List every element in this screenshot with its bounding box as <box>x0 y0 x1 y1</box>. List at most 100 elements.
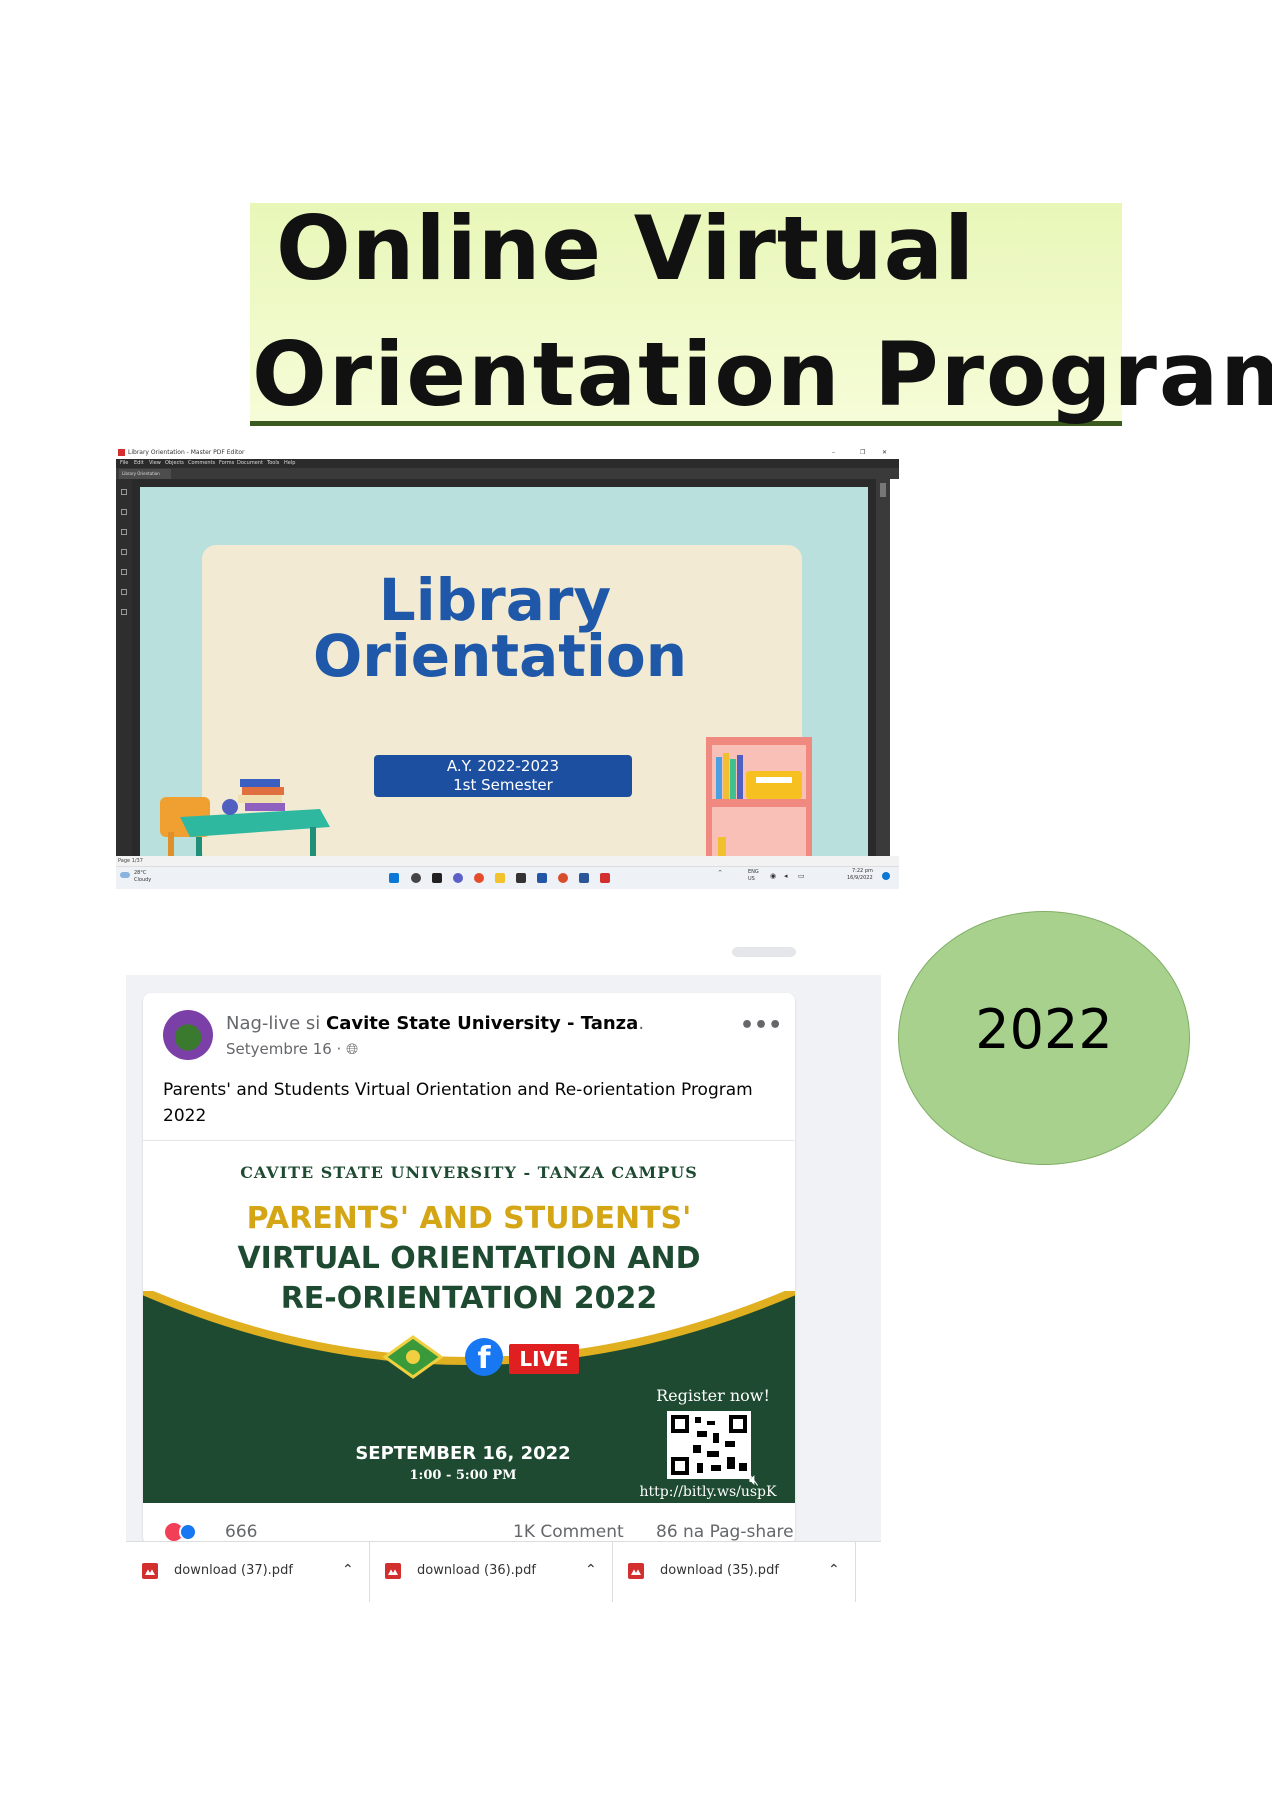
notification-icon[interactable] <box>882 872 890 880</box>
author-name[interactable]: Cavite State University - Tanza <box>326 1013 638 1034</box>
poster-headline-line2: VIRTUAL ORIENTATION AND <box>237 1241 701 1276</box>
menu-document[interactable]: Document <box>237 459 263 468</box>
facebook-post-card: Nag-live si Cavite State University - Ta… <box>143 993 795 1545</box>
reaction-icons[interactable] <box>165 1521 225 1543</box>
poster-headline-line1: PARENTS' AND STUDENTS' <box>246 1201 692 1236</box>
poster-headline-line3: RE-ORIENTATION 2022 <box>280 1281 658 1316</box>
pdf-file-icon <box>385 1563 401 1579</box>
pdf-app-icon <box>118 449 125 456</box>
menu-file[interactable]: File <box>120 459 128 468</box>
attachment-icon[interactable] <box>121 529 127 535</box>
download-item[interactable]: download (37).pdf ⌃ <box>126 1542 370 1602</box>
volume-icon[interactable]: ◂ <box>784 872 788 880</box>
chrome-profile-icon[interactable] <box>558 873 568 883</box>
share-count[interactable]: 86 na Pag-share <box>656 1521 794 1543</box>
menu-edit[interactable]: Edit <box>134 459 144 468</box>
file-explorer-icon[interactable] <box>495 873 505 883</box>
menu-help[interactable]: Help <box>284 459 295 468</box>
chrome-icon[interactable] <box>474 873 484 883</box>
windows-taskbar: 28°C Cloudy ^ ENG US ◉ ◂ ▭ 7:22 pm 16/9/… <box>116 866 899 889</box>
windows-start-icon[interactable] <box>389 873 399 883</box>
pdf-file-icon <box>628 1563 644 1579</box>
slide-ay-line1: A.Y. 2022-2023 <box>446 757 560 775</box>
menu-objects[interactable]: Objects <box>165 459 184 468</box>
slide-academic-year-badge: A.Y. 2022-2023 1st Semester <box>374 755 632 797</box>
search-icon[interactable] <box>411 873 421 883</box>
poster-url: http://bitly.ws/uspK <box>639 1484 777 1500</box>
menu-forms[interactable]: Forms <box>219 459 234 468</box>
language-line2[interactable]: US <box>748 876 755 883</box>
download-item[interactable]: download (35).pdf ⌃ <box>612 1542 856 1602</box>
chevron-up-icon[interactable]: ⌃ <box>828 1560 840 1580</box>
clock-time[interactable]: 7:22 pm <box>852 868 873 875</box>
pdf-editor-screenshot: Library Orientation - Master PDF Editor … <box>116 446 899 889</box>
slide-title-line2: Orientation <box>312 622 688 690</box>
minimize-icon[interactable]: – <box>832 446 835 459</box>
menu-comments[interactable]: Comments <box>188 459 215 468</box>
post-caption: Parents' and Students Virtual Orientatio… <box>163 1080 753 1126</box>
close-icon[interactable]: ✕ <box>882 446 887 459</box>
zoom-icon[interactable] <box>537 873 547 883</box>
clock-date[interactable]: 16/9/2022 <box>847 875 873 882</box>
task-view-icon[interactable] <box>432 873 442 883</box>
comment-icon[interactable] <box>121 609 127 615</box>
pdf-side-toolbar <box>116 479 132 881</box>
page-thumbnail-icon[interactable] <box>121 489 127 495</box>
more-options-icon[interactable]: ••• <box>740 1015 782 1037</box>
pdf-tabbar: Library Orientation <box>116 468 899 479</box>
banner-title-line1: Online Virtual <box>276 197 976 300</box>
tab-library-orientation[interactable]: Library Orientation <box>119 469 171 479</box>
restore-icon[interactable]: ❐ <box>860 446 865 459</box>
author-period: . <box>638 1013 645 1034</box>
chat-icon[interactable] <box>453 873 463 883</box>
menu-view[interactable]: View <box>149 459 161 468</box>
signature-icon[interactable] <box>121 589 127 595</box>
bookshelf-illustration <box>706 737 812 875</box>
download-filename[interactable]: download (36).pdf <box>417 1562 536 1580</box>
scroll-thumb[interactable] <box>880 483 886 497</box>
chevron-up-icon[interactable]: ⌃ <box>585 1560 597 1580</box>
post-date-line: Setyembre 16 · 🌐︎ <box>226 1039 358 1059</box>
reaction-count[interactable]: 666 <box>225 1521 257 1543</box>
pdf-file-icon <box>142 1563 158 1579</box>
poster-time: 1:00 - 5:00 PM <box>409 1468 517 1483</box>
tray-chevron-icon[interactable]: ^ <box>718 870 722 877</box>
weather-icon[interactable] <box>120 872 130 878</box>
pdf-window-title: Library Orientation - Master PDF Editor <box>128 449 245 456</box>
university-logo-icon <box>383 1335 443 1379</box>
mute-icon[interactable]: 🔇︎ <box>749 1471 759 1489</box>
page-avatar[interactable] <box>163 1010 213 1060</box>
menu-tools[interactable]: Tools <box>267 459 279 468</box>
battery-icon[interactable]: ▭ <box>798 872 805 880</box>
pdf-status-bar: Page 1/37 <box>116 856 899 866</box>
wifi-icon[interactable]: ◉ <box>770 872 776 880</box>
download-item[interactable]: download (36).pdf ⌃ <box>369 1542 613 1602</box>
download-filename[interactable]: download (35).pdf <box>660 1562 779 1580</box>
downloads-bar: download (37).pdf ⌃ download (36).pdf ⌃ … <box>126 1541 881 1610</box>
post-date[interactable]: Setyembre 16 · <box>226 1040 341 1058</box>
facebook-logo-icon: f <box>465 1338 503 1376</box>
facebook-post-screenshot: Nag-live si Cavite State University - Ta… <box>126 947 881 1610</box>
weather-desc: Cloudy <box>134 877 152 883</box>
qr-code-icon <box>667 1411 751 1479</box>
language-line1[interactable]: ENG <box>748 869 759 876</box>
globe-icon: 🌐︎ <box>346 1040 359 1058</box>
author-prefix: Nag-live si <box>226 1013 321 1034</box>
year-label: 2022 <box>975 998 1113 1061</box>
slide-ay-line2: 1st Semester <box>453 776 553 794</box>
pdf-titlebar: Library Orientation - Master PDF Editor … <box>116 446 899 459</box>
post-poster-image[interactable]: CAVITE STATE UNIVERSITY - TANZA CAMPUS P… <box>143 1140 795 1503</box>
pdf-editor-taskbar-icon[interactable] <box>600 873 610 883</box>
post-author-line: Nag-live si Cavite State University - Ta… <box>226 1012 644 1036</box>
pdf-scrollbar[interactable] <box>876 479 890 881</box>
comment-count[interactable]: 1K Comment <box>513 1521 624 1543</box>
bookmark-icon[interactable] <box>121 509 127 515</box>
poster-campus: CAVITE STATE UNIVERSITY - TANZA CAMPUS <box>240 1163 698 1182</box>
poster-register-text: Register now! <box>656 1386 770 1405</box>
search-icon[interactable] <box>121 549 127 555</box>
store-icon[interactable] <box>516 873 526 883</box>
word-icon[interactable] <box>579 873 589 883</box>
download-filename[interactable]: download (37).pdf <box>174 1562 293 1580</box>
chevron-up-icon[interactable]: ⌃ <box>342 1560 354 1580</box>
layers-icon[interactable] <box>121 569 127 575</box>
